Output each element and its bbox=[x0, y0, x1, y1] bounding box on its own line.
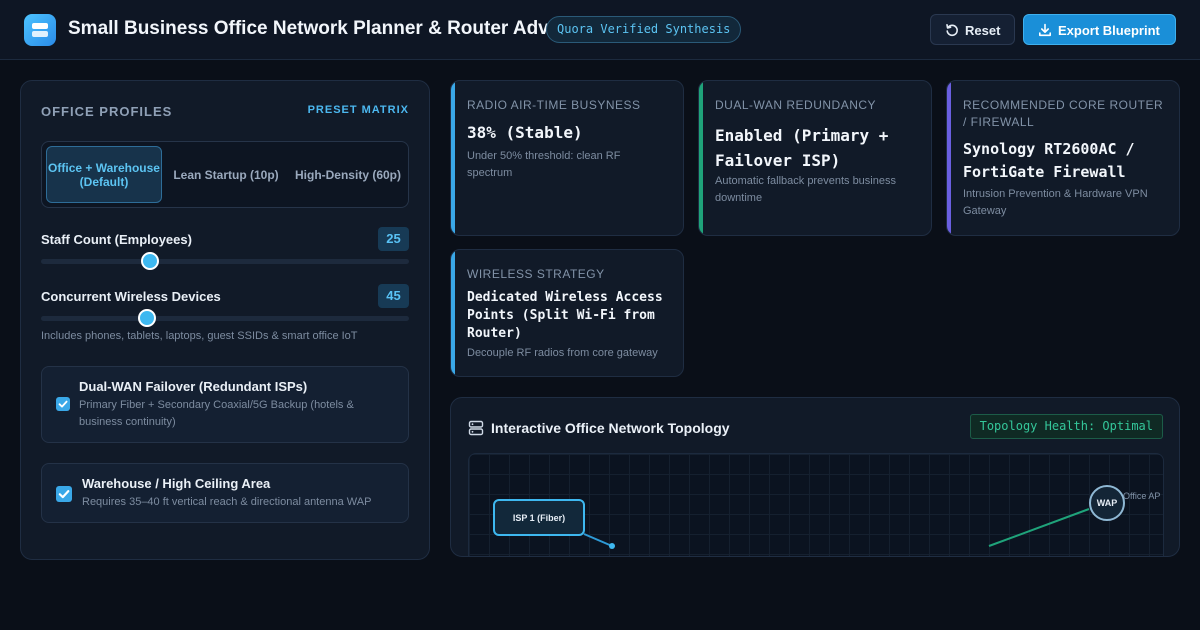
download-icon bbox=[1039, 23, 1051, 37]
isp1-node-label: ISP 1 (Fiber) bbox=[513, 513, 565, 523]
section-title: OFFICE PROFILES bbox=[41, 104, 173, 119]
export-blueprint-button[interactable]: Export Blueprint bbox=[1023, 14, 1176, 45]
reset-button[interactable]: Reset bbox=[930, 14, 1015, 45]
card-accent-bar bbox=[451, 250, 455, 376]
export-button-label: Export Blueprint bbox=[1058, 23, 1160, 38]
reset-button-label: Reset bbox=[965, 23, 1001, 38]
radio-airtime-value: 38% (Stable) bbox=[467, 123, 583, 142]
warehouse-title: Warehouse / High Ceiling Area bbox=[82, 476, 271, 491]
dual-wan-title: Dual-WAN Failover (Redundant ISPs) bbox=[79, 379, 308, 394]
core-router-desc: Intrusion Prevention & Hardware VPN Gate… bbox=[963, 188, 1148, 217]
tab-high-density[interactable]: High-Density (60p) bbox=[290, 146, 406, 203]
card-accent-bar bbox=[699, 81, 703, 235]
office-profiles-panel: OFFICE PROFILES PRESET MATRIX Office + W… bbox=[20, 80, 430, 560]
wireless-strategy-card: WIRELESS STRATEGY Dedicated Wireless Acc… bbox=[450, 249, 684, 377]
topology-canvas[interactable]: ISP 1 (Fiber) WAP Office AP bbox=[468, 453, 1164, 556]
app-logo-icon bbox=[24, 14, 56, 46]
topology-health-badge: Topology Health: Optimal bbox=[969, 414, 1163, 439]
profile-tabs: Office + Warehouse (Default) Lean Startu… bbox=[41, 141, 409, 208]
topology-title: Interactive Office Network Topology bbox=[491, 420, 730, 436]
server-icon bbox=[468, 420, 484, 436]
network-topology-panel: Interactive Office Network Topology Topo… bbox=[450, 397, 1180, 557]
dual-wan-value: Enabled (Primary + Failover ISP) bbox=[715, 126, 889, 170]
dual-wan-desc: Primary Fiber + Secondary Coaxial/5G Bac… bbox=[79, 399, 354, 428]
wireless-strategy-desc: Decouple RF radios from core gateway bbox=[467, 347, 658, 359]
wap-link bbox=[988, 508, 1090, 547]
check-icon bbox=[58, 490, 70, 499]
devices-hint: Includes phones, tablets, laptops, guest… bbox=[41, 330, 358, 342]
card-accent-bar bbox=[947, 81, 951, 235]
check-icon bbox=[58, 400, 68, 408]
card-accent-bar bbox=[451, 81, 455, 235]
radio-airtime-desc: Under 50% threshold: clean RF spectrum bbox=[467, 150, 621, 179]
wap-node[interactable]: WAP bbox=[1089, 485, 1125, 521]
wireless-strategy-label: WIRELESS STRATEGY bbox=[467, 267, 605, 281]
staff-count-value: 25 bbox=[378, 227, 409, 251]
radio-airtime-card: RADIO AIR-TIME BUSYNESS 38% (Stable) Und… bbox=[450, 80, 684, 236]
wireless-devices-value: 45 bbox=[378, 284, 409, 308]
warehouse-desc: Requires 35–40 ft vertical reach & direc… bbox=[82, 496, 372, 508]
wap-caption: Office AP bbox=[1123, 491, 1160, 501]
dual-wan-desc: Automatic fallback prevents business dow… bbox=[715, 175, 896, 204]
top-bar: Small Business Office Network Planner & … bbox=[0, 0, 1200, 60]
wireless-devices-slider[interactable] bbox=[41, 309, 409, 327]
tab-office-warehouse[interactable]: Office + Warehouse (Default) bbox=[46, 146, 162, 203]
staff-slider-thumb[interactable] bbox=[140, 252, 159, 270]
preset-matrix-link[interactable]: PRESET MATRIX bbox=[308, 104, 409, 116]
warehouse-option[interactable]: Warehouse / High Ceiling Area Requires 3… bbox=[41, 463, 409, 523]
wap-node-label: WAP bbox=[1097, 498, 1118, 508]
isp1-link bbox=[583, 533, 613, 547]
app-title: Small Business Office Network Planner & … bbox=[68, 18, 584, 39]
warehouse-checkbox[interactable] bbox=[56, 486, 72, 502]
staff-count-slider[interactable] bbox=[41, 252, 409, 270]
wireless-devices-label: Concurrent Wireless Devices bbox=[41, 289, 221, 304]
reset-icon bbox=[946, 24, 958, 37]
isp1-node[interactable]: ISP 1 (Fiber) bbox=[493, 499, 585, 536]
dual-wan-option[interactable]: Dual-WAN Failover (Redundant ISPs) Prima… bbox=[41, 366, 409, 443]
staff-count-label: Staff Count (Employees) bbox=[41, 232, 192, 247]
dual-wan-label: DUAL-WAN REDUNDANCY bbox=[715, 98, 877, 112]
core-router-card: RECOMMENDED CORE ROUTER / FIREWALL Synol… bbox=[946, 80, 1180, 236]
dual-wan-checkbox[interactable] bbox=[56, 397, 70, 411]
wireless-strategy-value: Dedicated Wireless Access Points (Split … bbox=[467, 290, 663, 341]
tab-lean-startup[interactable]: Lean Startup (10p) bbox=[166, 146, 286, 203]
core-router-label: RECOMMENDED CORE ROUTER / FIREWALL bbox=[963, 98, 1164, 129]
dual-wan-card: DUAL-WAN REDUNDANCY Enabled (Primary + F… bbox=[698, 80, 932, 236]
topology-graph: ISP 1 (Fiber) WAP Office AP bbox=[493, 485, 1160, 549]
devices-slider-thumb[interactable] bbox=[137, 309, 156, 327]
verified-badge: Quora Verified Synthesis bbox=[546, 16, 742, 43]
radio-airtime-label: RADIO AIR-TIME BUSYNESS bbox=[467, 98, 641, 112]
core-router-value: Synology RT2600AC / FortiGate Firewall bbox=[963, 140, 1135, 181]
link-joint bbox=[609, 543, 615, 549]
